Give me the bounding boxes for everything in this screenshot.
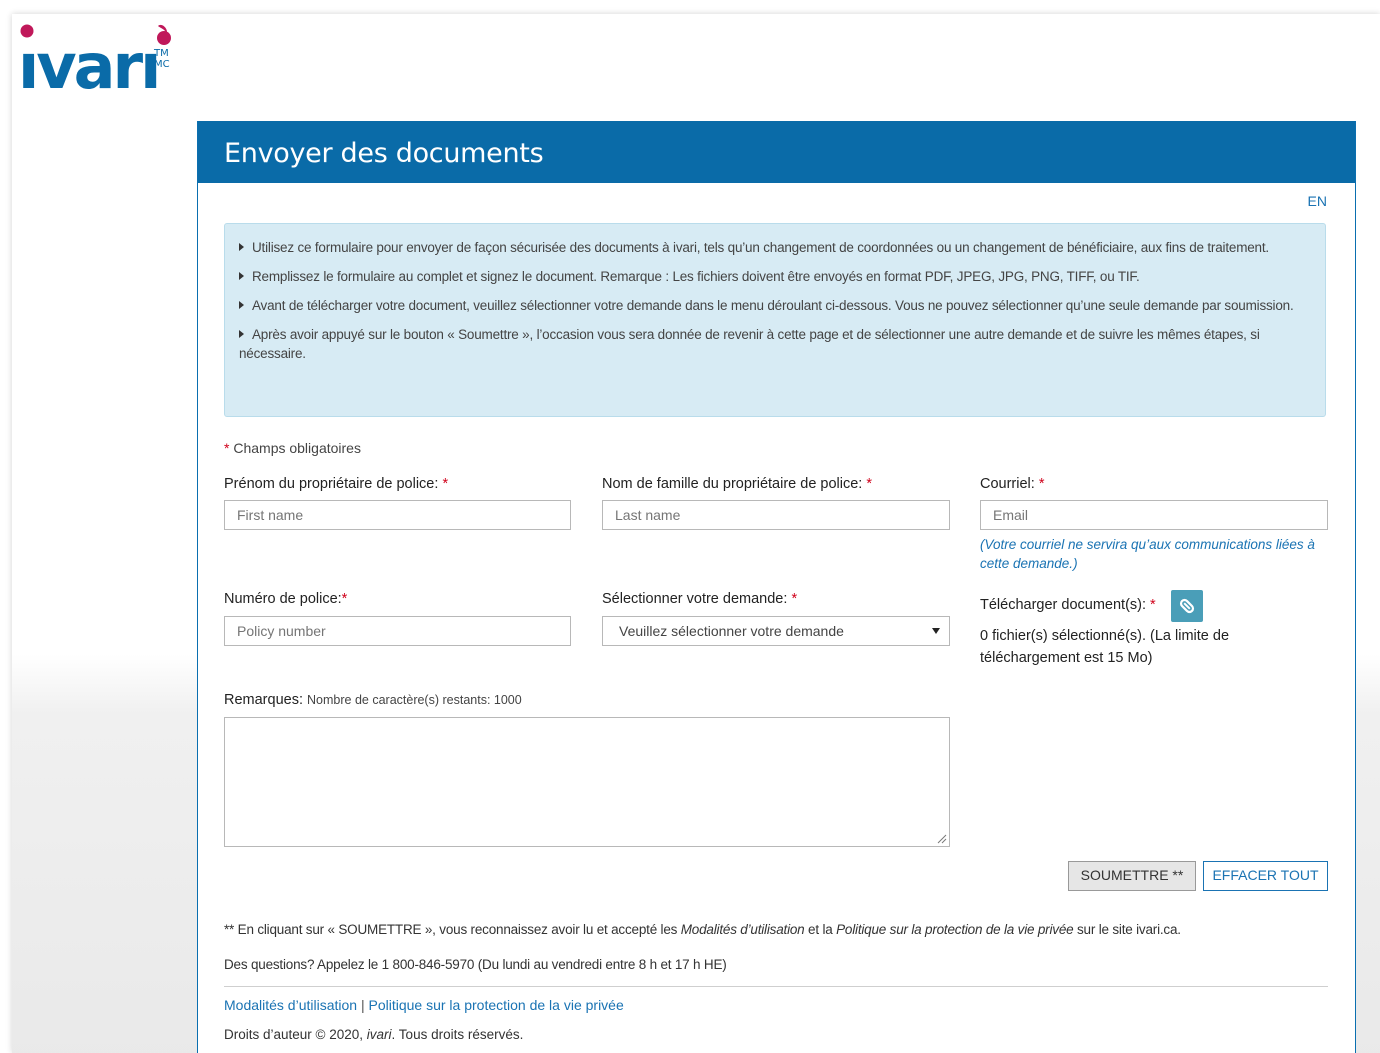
- instruction-item: Utilisez ce formulaire pour envoyer de f…: [239, 238, 1311, 257]
- upload-label: Télécharger document(s): *: [980, 597, 1156, 613]
- request-select[interactable]: Veuillez sélectionner votre demande: [602, 616, 950, 646]
- submit-disclaimer: ** En cliquant sur « SOUMETTRE », vous r…: [224, 922, 1181, 937]
- first-name-input[interactable]: [224, 500, 571, 530]
- link-separator: |: [360, 997, 365, 1013]
- instructions-box: Utilisez ce formulaire pour envoyer de f…: [224, 223, 1326, 417]
- bullet-triangle-icon: [239, 272, 244, 280]
- page-title: Envoyer des documents: [224, 138, 544, 169]
- bullet-triangle-icon: [239, 301, 244, 309]
- upload-status: 0 fichier(s) sélectionné(s). (La limite …: [980, 628, 1230, 666]
- attach-file-button[interactable]: [1171, 590, 1203, 622]
- instruction-item: Avant de télécharger votre document, veu…: [239, 296, 1311, 315]
- ivari-logo: ıvarı TM MC: [18, 24, 171, 94]
- instruction-item: Après avoir appuyé sur le bouton « Soume…: [239, 327, 1260, 361]
- remarks-textarea[interactable]: [224, 717, 950, 847]
- email-hint: (Votre courriel ne servira qu’aux commun…: [980, 537, 1315, 571]
- policy-number-input[interactable]: [224, 616, 571, 646]
- contact-phone-text: Des questions? Appelez le 1 800-846-5970…: [224, 957, 727, 972]
- privacy-policy-link[interactable]: Politique sur la protection de la vie pr…: [369, 997, 624, 1013]
- language-toggle-link[interactable]: EN: [1308, 193, 1327, 209]
- svg-text:TM: TM: [153, 48, 169, 59]
- remarks-counter: Nombre de caractère(s) restants: 1000: [307, 693, 522, 707]
- svg-text:MC: MC: [154, 59, 170, 70]
- terms-of-use-link[interactable]: Modalités d’utilisation: [224, 997, 357, 1013]
- clear-all-button[interactable]: EFFACER TOUT: [1203, 861, 1328, 891]
- last-name-label: Nom de famille du propriétaire de police…: [602, 476, 873, 492]
- footer-divider: [224, 986, 1328, 987]
- footer-links: Modalités d’utilisation | Politique sur …: [224, 997, 624, 1013]
- request-select-label: Sélectionner votre demande: *: [602, 591, 798, 607]
- email-input[interactable]: [980, 500, 1328, 530]
- email-label: Courriel: *: [980, 476, 1045, 492]
- paperclip-icon: [1179, 598, 1195, 614]
- instruction-item: Remplissez le formulaire au complet et s…: [239, 267, 1311, 286]
- bullet-triangle-icon: [239, 330, 244, 338]
- form-card: Envoyer des documents EN Utilisez ce for…: [197, 121, 1356, 1053]
- required-fields-note: * Champs obligatoires: [224, 440, 361, 456]
- dropdown-arrow-icon: [932, 628, 940, 634]
- remarks-label: Remarques: Nombre de caractère(s) restan…: [224, 692, 522, 708]
- submit-button[interactable]: SOUMETTRE **: [1068, 861, 1196, 891]
- copyright-text: Droits d’auteur © 2020, ivari. Tous droi…: [224, 1027, 524, 1042]
- last-name-input[interactable]: [602, 500, 950, 530]
- resize-grip-icon[interactable]: [937, 834, 947, 844]
- bullet-triangle-icon: [239, 243, 244, 251]
- svg-text:ıvarı: ıvarı: [18, 30, 158, 94]
- policy-number-label: Numéro de police:*: [224, 591, 348, 607]
- first-name-label: Prénom du propriétaire de police: *: [224, 476, 449, 492]
- card-header: Envoyer des documents: [198, 121, 1355, 183]
